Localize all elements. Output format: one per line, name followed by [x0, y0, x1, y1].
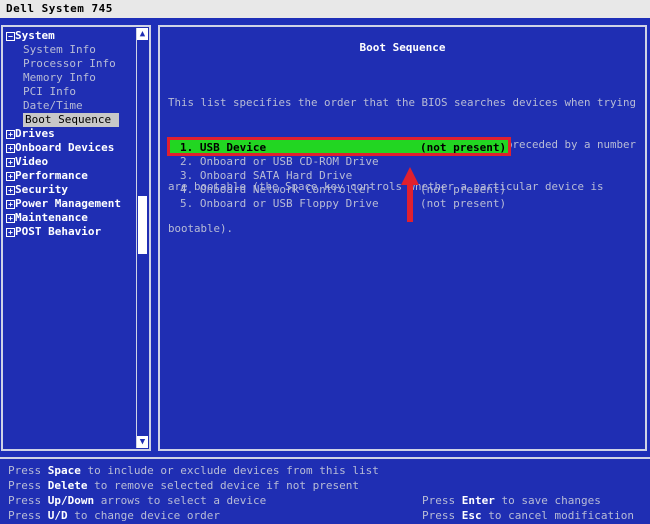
help-key: U/D — [47, 509, 68, 522]
boot-device-row[interactable]: 5. Onboard or USB Floppy Drive (not pres… — [180, 197, 506, 211]
tree-subitem[interactable]: Memory Info — [5, 71, 139, 85]
navigation-tree: − System System Info Processor Info Memory I… — [5, 29, 139, 239]
red-highlight-frame — [167, 137, 511, 156]
tree-subitem-label: Processor Info — [23, 57, 116, 70]
tree-toggle-icon[interactable]: + — [6, 228, 15, 237]
tree-toggle-icon[interactable]: + — [6, 186, 15, 195]
tree-subitem-label: System Info — [23, 43, 96, 56]
boot-device-label: 5. Onboard or USB Floppy Drive — [180, 197, 379, 210]
help-line: Press U/D to change device order — [8, 509, 220, 522]
boot-device-label: 4. Onboard Network Controller — [180, 183, 373, 196]
tree-scrollbar[interactable]: ▲ ▼ — [136, 28, 148, 448]
tree-subitem-label: Memory Info — [23, 71, 96, 84]
navigation-tree-panel: − System System Info Processor Info Memory I… — [1, 25, 151, 451]
help-line: Press Enter to save changes — [422, 494, 601, 507]
scroll-thumb[interactable] — [138, 196, 147, 254]
tree-toggle-icon[interactable]: + — [6, 200, 15, 209]
description-line: This list specifies the order that the B… — [168, 96, 637, 109]
help-line: Press Delete to remove selected device i… — [8, 479, 360, 492]
tree-item[interactable]: + POST Behavior — [5, 225, 139, 239]
help-line: Press Up/Down arrows to select a device — [8, 494, 267, 507]
help-key: Delete — [47, 479, 88, 492]
tree-item[interactable]: + Maintenance — [5, 211, 139, 225]
tree-item-label: POST Behavior — [15, 225, 102, 238]
panel-title: Boot Sequence — [359, 41, 446, 54]
tree-item[interactable]: + Performance — [5, 169, 139, 183]
tree-subitem[interactable]: Boot Sequence — [5, 113, 139, 127]
help-line: Press Esc to cancel modification — [422, 509, 634, 522]
tree-item[interactable]: − System — [5, 29, 139, 43]
boot-sequence-panel: Boot Sequence This list specifies the or… — [158, 25, 647, 451]
tree-subitem[interactable]: System Info — [5, 43, 139, 57]
tree-item-label: Video — [15, 155, 49, 168]
window-title: Dell System 745 — [6, 2, 113, 15]
tree-item[interactable]: + Video — [5, 155, 139, 169]
tree-item[interactable]: + Drives — [5, 127, 139, 141]
tree-item-label: System — [15, 29, 55, 42]
tree-item-label: Onboard Devices — [15, 141, 115, 154]
help-key: Space — [47, 464, 81, 477]
tree-item-label: Drives — [15, 127, 55, 140]
tree-subitem-label: Date/Time — [23, 99, 83, 112]
tree-toggle-icon[interactable]: + — [6, 130, 15, 139]
help-key: Enter — [461, 494, 495, 507]
tree-item-label: Security — [15, 183, 68, 196]
tree-item[interactable]: + Security — [5, 183, 139, 197]
tree-toggle-icon[interactable]: + — [6, 214, 15, 223]
tree-subitem[interactable]: Date/Time — [5, 99, 139, 113]
boot-device-label: 3. Onboard SATA Hard Drive — [180, 169, 353, 182]
boot-device-row[interactable]: 3. Onboard SATA Hard Drive — [180, 169, 352, 183]
red-up-arrow-icon — [401, 167, 419, 185]
tree-subitem-label: PCI Info — [23, 85, 76, 98]
tree-toggle-icon[interactable]: + — [6, 172, 15, 181]
boot-device-row[interactable]: 2. Onboard or USB CD-ROM Drive — [180, 155, 379, 169]
boot-device-row[interactable]: 4. Onboard Network Controller (not prese… — [180, 183, 506, 197]
boot-device-label: 2. Onboard or USB CD-ROM Drive — [180, 155, 379, 168]
tree-toggle-icon[interactable]: − — [6, 32, 15, 41]
tree-item[interactable]: + Onboard Devices — [5, 141, 139, 155]
red-arrow-shaft — [407, 184, 413, 222]
tree-item-label: Power Management — [15, 197, 121, 210]
boot-device-status: (not present) — [420, 197, 507, 210]
scroll-down-arrow-icon[interactable]: ▼ — [137, 436, 148, 448]
tree-item-label: Performance — [15, 169, 88, 182]
title-bar: Dell System 745 — [0, 0, 650, 18]
help-bar: Press Space to include or exclude device… — [0, 457, 650, 524]
help-key: Esc — [461, 509, 482, 522]
help-key: Up/Down — [47, 494, 95, 507]
tree-subitem-label: Boot Sequence — [23, 113, 120, 127]
tree-subitem[interactable]: PCI Info — [5, 85, 139, 99]
tree-toggle-icon[interactable]: + — [6, 158, 15, 167]
tree-item[interactable]: + Power Management — [5, 197, 139, 211]
tree-item-label: Maintenance — [15, 211, 88, 224]
boot-device-status: (not present) — [420, 183, 507, 196]
tree-subitem[interactable]: Processor Info — [5, 57, 139, 71]
help-line: Press Space to include or exclude device… — [8, 464, 379, 477]
scroll-up-arrow-icon[interactable]: ▲ — [137, 28, 148, 40]
description-line: bootable). — [168, 222, 234, 235]
tree-toggle-icon[interactable]: + — [6, 144, 15, 153]
